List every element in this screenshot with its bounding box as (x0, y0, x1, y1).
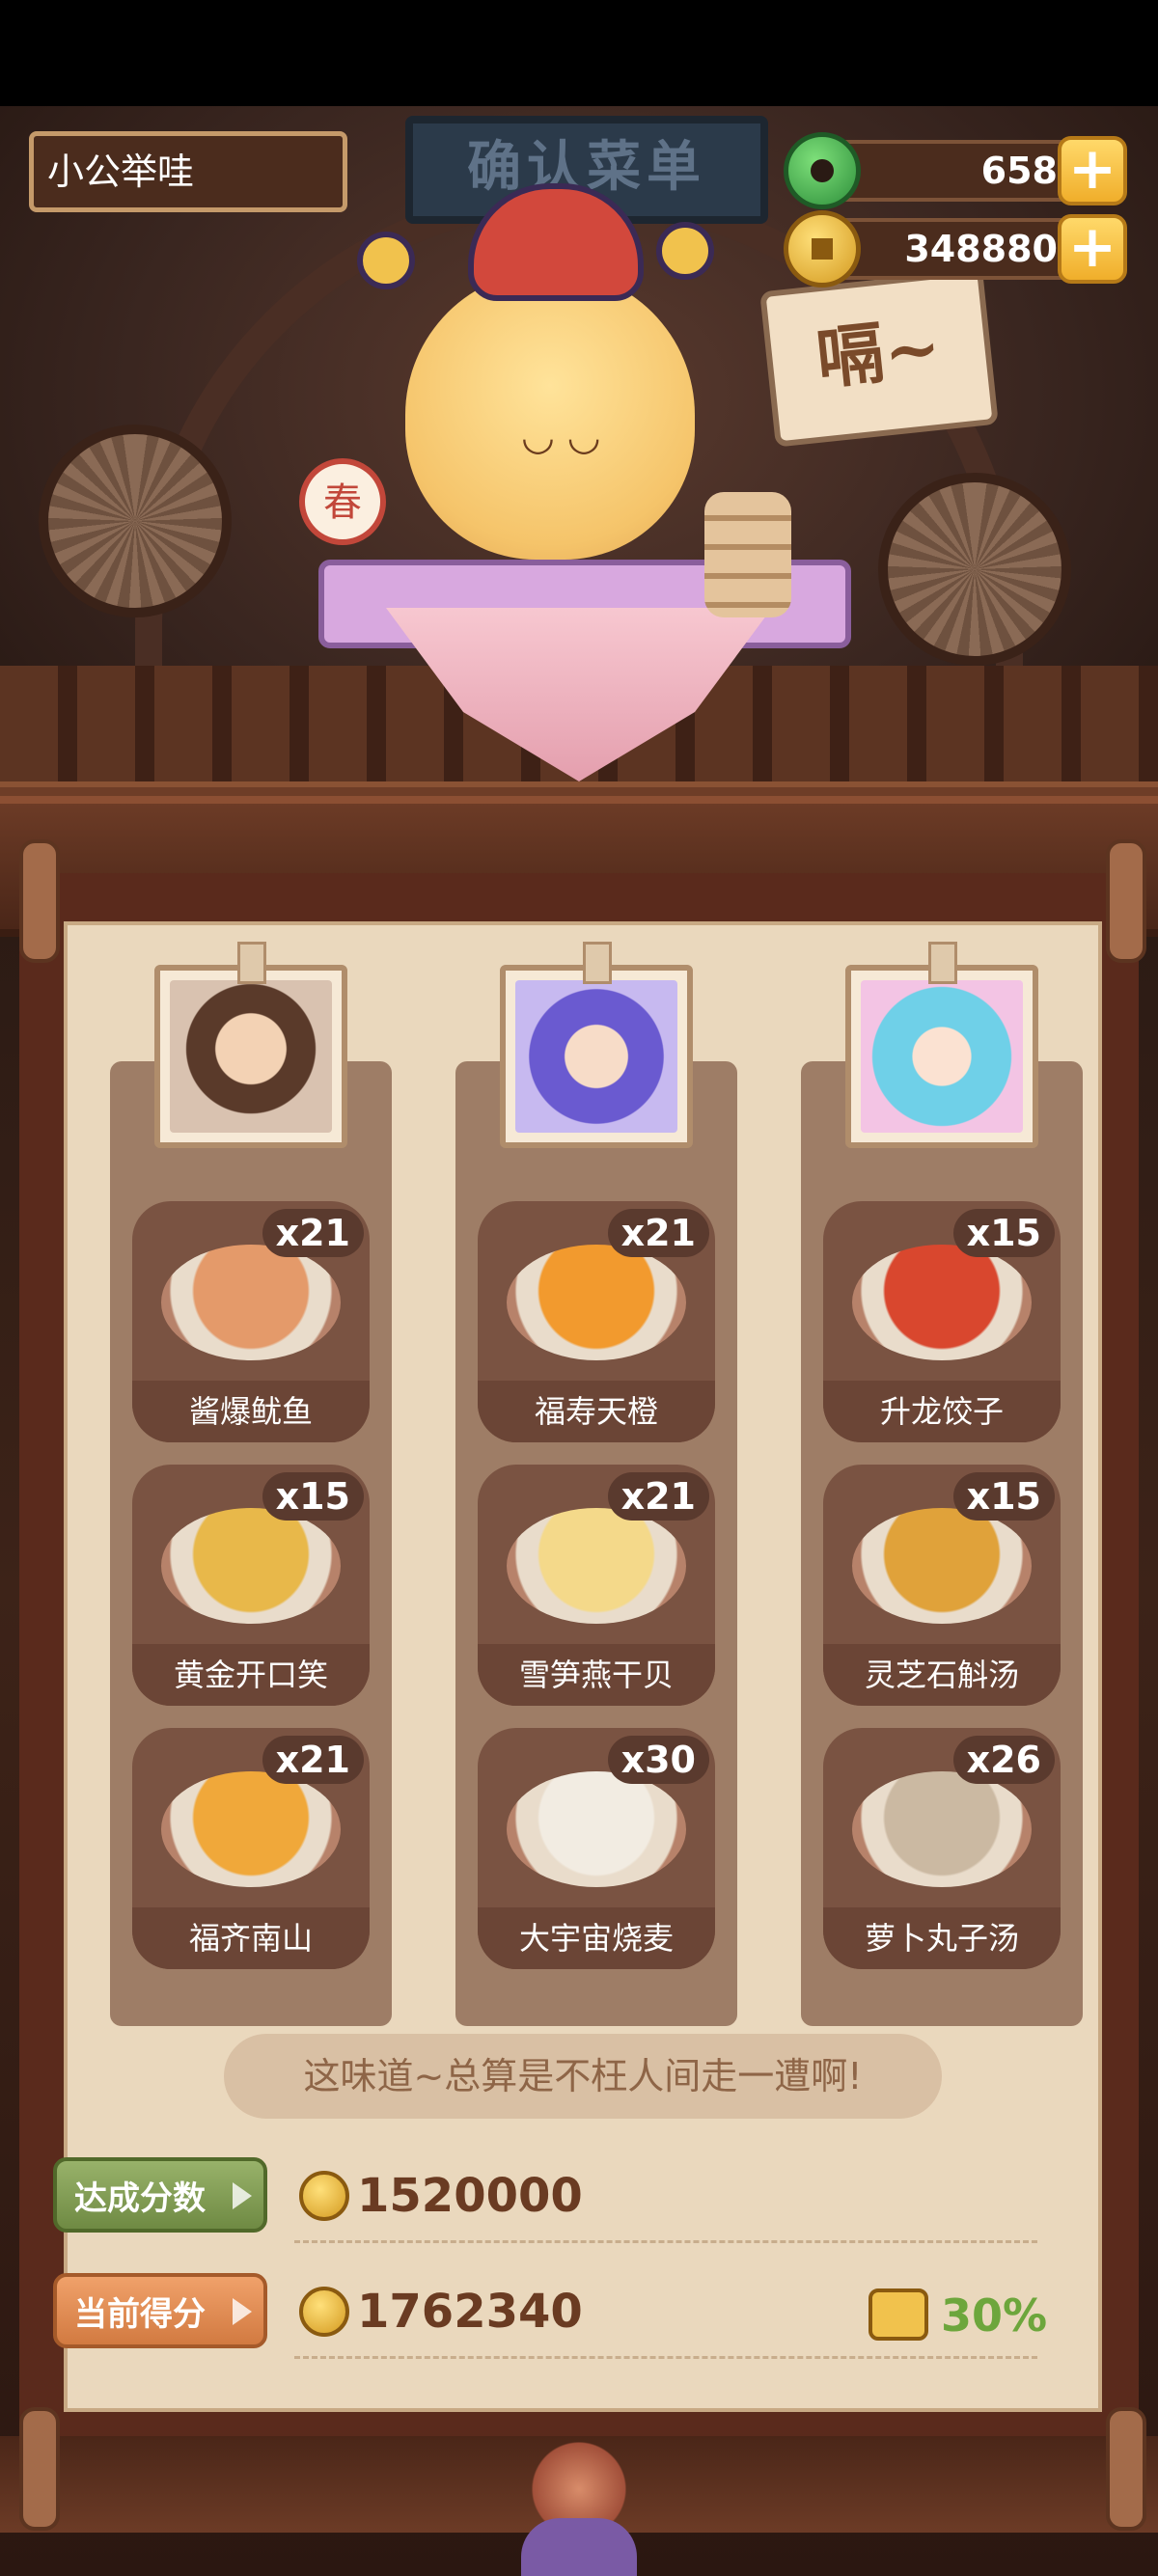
gold-coin-icon (299, 2287, 349, 2337)
divider (294, 2356, 1037, 2359)
customer-avatar (861, 980, 1023, 1133)
dish-card[interactable]: x15 灵芝石斛汤 (823, 1465, 1061, 1706)
scroll-end-cap (19, 2407, 60, 2531)
dish-name: 福齐南山 (132, 1907, 370, 1969)
dish-count: x21 (607, 1209, 709, 1257)
dish-name: 灵芝石斛汤 (823, 1644, 1061, 1706)
dish-count: x15 (952, 1209, 1055, 1257)
dish-card[interactable]: x26 萝卜丸子汤 (823, 1728, 1061, 1969)
customer-quote: 这味道~总算是不枉人间走一遭啊! (224, 2034, 942, 2119)
dish-card[interactable]: x21 福寿天橙 (478, 1201, 715, 1442)
coin-ornament-icon (656, 222, 714, 280)
dish-card[interactable]: x30 大宇宙烧麦 (478, 1728, 715, 1969)
customer-portrait[interactable] (154, 942, 347, 1148)
jade-coin-icon (784, 132, 861, 209)
gold-amount: 348880 (904, 228, 1058, 270)
target-score-value: 1520000 (357, 2169, 583, 2223)
dish-card[interactable]: x21 酱爆鱿鱼 (132, 1201, 370, 1442)
target-score-row: 达成分数 1520000 (53, 2157, 1057, 2243)
add-gold-button[interactable]: + (1058, 214, 1127, 284)
dish-icon (161, 1245, 341, 1360)
dish-count: x26 (952, 1736, 1055, 1784)
dish-name: 萝卜丸子汤 (823, 1907, 1061, 1969)
current-score-row: 当前得分 1762340 30% (53, 2273, 1057, 2359)
dish-icon (161, 1508, 341, 1624)
dish-icon (852, 1771, 1032, 1887)
scroll-end-cap (1106, 839, 1146, 963)
gold-resource-bar: 348880 + (784, 210, 1127, 288)
dish-count: x30 (607, 1736, 709, 1784)
dish-icon (161, 1771, 341, 1887)
tassel (521, 2518, 637, 2576)
current-score-value: 1762340 (357, 2285, 583, 2339)
dish-count: x21 (262, 1209, 364, 1257)
customer-portrait[interactable] (500, 942, 693, 1148)
dish-icon (852, 1245, 1032, 1360)
dish-count: x21 (262, 1736, 364, 1784)
dish-name: 大宇宙烧麦 (478, 1907, 715, 1969)
pin-icon (237, 942, 266, 984)
customer-avatar (515, 980, 677, 1133)
dish-name: 黄金开口笑 (132, 1644, 370, 1706)
paper-fan-right-icon (878, 473, 1071, 666)
dish-icon (852, 1508, 1032, 1624)
money-pot-icon (868, 2288, 928, 2341)
gold-coin-icon (299, 2171, 349, 2221)
arrow-icon (233, 2298, 252, 2325)
customer-avatar (170, 980, 332, 1133)
dish-count: x15 (952, 1472, 1055, 1521)
add-jade-button[interactable]: + (1058, 136, 1127, 206)
dish-card[interactable]: x21 福齐南山 (132, 1728, 370, 1969)
divider (294, 2240, 1037, 2243)
dish-card[interactable]: x15 升龙饺子 (823, 1201, 1061, 1442)
dish-name: 升龙饺子 (823, 1381, 1061, 1442)
mascot-face: ◡ ◡ (521, 415, 601, 459)
score-bonus-percent: 30% (941, 2289, 1048, 2342)
gold-coin-icon (784, 210, 861, 288)
speech-bubble: 嗝~ (759, 268, 999, 448)
dish-name: 雪笋燕干贝 (478, 1644, 715, 1706)
spring-badge: 春 (299, 458, 386, 545)
stacked-bowls-icon (704, 492, 791, 617)
dish-count: x15 (262, 1472, 364, 1521)
dish-icon (507, 1508, 686, 1624)
dish-icon (507, 1245, 686, 1360)
customer-portrait[interactable] (845, 942, 1038, 1148)
dish-name: 酱爆鱿鱼 (132, 1381, 370, 1442)
dish-card[interactable]: x21 雪笋燕干贝 (478, 1465, 715, 1706)
current-score-label: 当前得分 (53, 2273, 267, 2348)
jade-resource-bar: 658 + (784, 132, 1127, 209)
target-score-label: 达成分数 (53, 2157, 267, 2233)
dish-card[interactable]: x15 黄金开口笑 (132, 1465, 370, 1706)
pin-icon (583, 942, 612, 984)
player-name: 小公举哇 (29, 131, 347, 212)
dish-count: x21 (607, 1472, 709, 1521)
dish-name: 福寿天橙 (478, 1381, 715, 1442)
coin-ornament-icon (357, 232, 415, 289)
scroll-end-cap (19, 839, 60, 963)
scroll-end-cap (1106, 2407, 1146, 2531)
arrow-icon (233, 2182, 252, 2209)
jade-amount: 658 (980, 150, 1058, 192)
paper-fan-left-icon (39, 425, 232, 617)
dish-icon (507, 1771, 686, 1887)
pin-icon (928, 942, 957, 984)
